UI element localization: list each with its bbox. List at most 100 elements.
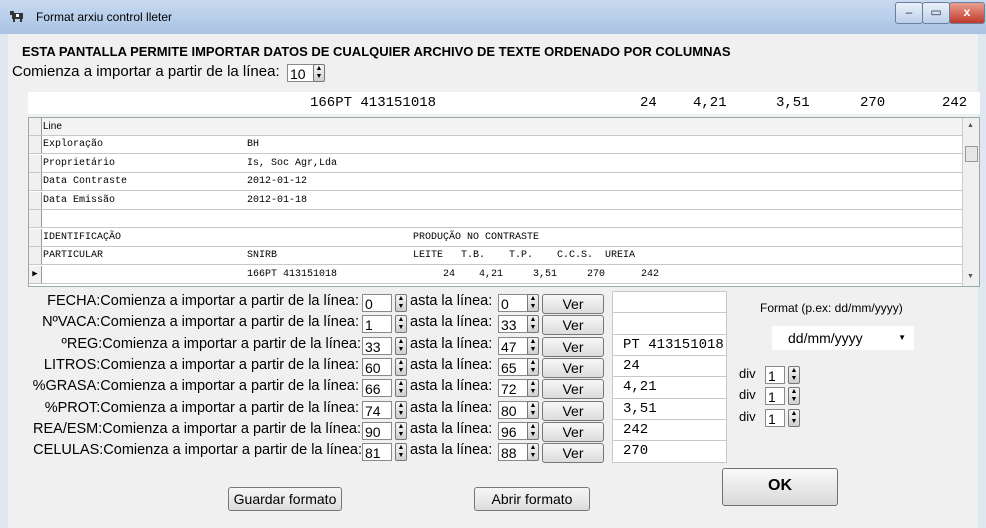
to-line-input[interactable]: 88 (498, 443, 528, 462)
to-label: asta la línea: (410, 378, 493, 395)
grid-row[interactable] (29, 210, 964, 228)
ver-button[interactable]: Ver (542, 379, 604, 400)
to-line-spinner[interactable]: ▲ ▼ (527, 294, 539, 312)
field-label: CELULAS:Comienza a importar a partir de … (33, 442, 362, 459)
window-title: Format arxiu control lleter (36, 10, 173, 24)
grid-vertical-scrollbar[interactable]: ▲ ▼ (962, 118, 979, 286)
from-line-input[interactable]: 74 (362, 400, 392, 419)
div-input[interactable]: 1 (765, 408, 785, 427)
row-selector[interactable] (29, 247, 42, 264)
start-line-value: 10 (290, 66, 306, 82)
scroll-down-icon[interactable]: ▼ (967, 273, 974, 280)
row-selector[interactable] (29, 228, 42, 246)
from-line-input[interactable]: 1 (362, 315, 392, 334)
grid-cell: BH (247, 139, 260, 150)
grid-cell: Is, Soc Agr,Lda (247, 157, 338, 169)
start-line-label: Comienza a importar a partir de la línea… (12, 63, 280, 80)
to-line-spinner[interactable]: ▲ ▼ (527, 357, 539, 376)
from-line-input[interactable]: 81 (362, 443, 392, 462)
grid-row[interactable]: Proprietário Is, Soc Agr,Lda (29, 154, 964, 173)
to-label: asta la línea: (410, 335, 493, 352)
ver-button[interactable]: Ver (542, 357, 604, 378)
to-line-input[interactable]: 80 (498, 400, 528, 419)
preview-urea: 242 (942, 95, 968, 111)
cow-app-icon (10, 11, 23, 22)
ver-button[interactable]: Ver (542, 315, 604, 336)
ver-button[interactable]: Ver (542, 400, 604, 421)
grid-header: Line (29, 118, 964, 136)
ver-button[interactable]: Ver (542, 336, 604, 357)
from-line-spinner[interactable]: ▲ ▼ (395, 357, 407, 376)
to-line-input[interactable]: 47 (498, 336, 528, 355)
from-line-spinner[interactable]: ▲ ▼ (395, 315, 407, 334)
to-line-input[interactable]: 65 (498, 357, 528, 376)
grid-cell: PRODUÇÃO NO CONTRASTE (413, 231, 540, 243)
to-line-spinner[interactable]: ▲ ▼ (527, 421, 539, 440)
from-line-input[interactable]: 60 (362, 357, 392, 376)
grid-row[interactable]: Data Emissão 2012-01-18 (29, 191, 964, 210)
ok-button[interactable]: OK (722, 468, 838, 506)
div-input[interactable]: 1 (765, 387, 785, 406)
to-line-spinner[interactable]: ▲ ▼ (527, 315, 539, 334)
div-label: div (739, 408, 756, 424)
minimize-button[interactable]: – (895, 2, 923, 24)
row-selector[interactable] (29, 210, 42, 227)
div-label: div (739, 387, 756, 403)
grid-row[interactable]: Exploração BH (29, 136, 964, 154)
from-line-spinner[interactable]: ▲ ▼ (395, 421, 407, 440)
date-format-value: dd/mm/yyyy (788, 330, 863, 346)
div-input[interactable]: 1 (765, 366, 785, 384)
ver-button[interactable]: Ver (542, 421, 604, 442)
grid-cell: Data Contraste (43, 176, 128, 187)
to-line-input[interactable]: 0 (498, 294, 528, 312)
grid-cell: IDENTIFICAÇÃO (43, 231, 122, 243)
from-line-spinner[interactable]: ▲ ▼ (395, 443, 407, 462)
field-preview (612, 312, 727, 336)
preview-grasa: 4,21 (693, 95, 727, 111)
div-spinner[interactable]: ▲ ▼ (788, 387, 800, 406)
grid-row[interactable]: PARTICULAR SNIRB LEITE T.B. T.P. C.C.S. UR… (29, 247, 964, 265)
save-format-button[interactable]: Guardar formato (228, 487, 342, 511)
from-line-input[interactable]: 66 (362, 379, 392, 398)
row-selector[interactable] (29, 136, 42, 153)
div-spinner[interactable]: ▲ ▼ (788, 366, 800, 384)
to-line-input[interactable]: 96 (498, 421, 528, 440)
from-line-spinner[interactable]: ▲ ▼ (395, 294, 407, 312)
from-line-spinner[interactable]: ▲ ▼ (395, 336, 407, 355)
ver-button[interactable]: Ver (542, 443, 604, 464)
row-selector[interactable] (29, 173, 42, 190)
open-format-button[interactable]: Abrir formato (474, 487, 590, 511)
scroll-thumb[interactable] (965, 146, 978, 162)
field-label: FECHA:Comienza a importar a partir de la… (47, 293, 359, 309)
grid-row[interactable]: ▶ 166PT 413151018 24 4,21 3,51 270 242 (29, 265, 964, 284)
ver-button[interactable]: Ver (542, 294, 604, 314)
row-selector[interactable]: ▶ (29, 265, 42, 283)
from-line-spinner[interactable]: ▲ ▼ (395, 400, 407, 419)
preview-litros: 24 (640, 95, 657, 111)
start-line-spinner[interactable]: ▲ ▼ (313, 64, 325, 82)
scroll-up-icon[interactable]: ▲ (967, 122, 974, 129)
grid-row[interactable]: Data Contraste 2012-01-12 (29, 173, 964, 191)
from-line-input[interactable]: 33 (362, 336, 392, 355)
to-line-input[interactable]: 33 (498, 315, 528, 334)
to-line-input[interactable]: 72 (498, 379, 528, 398)
to-line-spinner[interactable]: ▲ ▼ (527, 379, 539, 398)
div-spinner[interactable]: ▲ ▼ (788, 408, 800, 427)
row-selector[interactable] (29, 154, 42, 172)
date-format-select[interactable]: dd/mm/yyyy ▼ (772, 326, 914, 350)
file-lines-grid[interactable]: Line Exploração BH Proprietário Is, Soc Agr… (28, 117, 980, 287)
field-preview: 24 (612, 354, 727, 378)
to-line-spinner[interactable]: ▲ ▼ (527, 336, 539, 355)
close-button[interactable]: x (949, 2, 985, 24)
title-bar[interactable]: Format arxiu control lleter – ▭ x (0, 0, 986, 34)
row-selector[interactable] (29, 191, 42, 209)
maximize-button[interactable]: ▭ (922, 2, 950, 24)
to-line-spinner[interactable]: ▲ ▼ (527, 400, 539, 419)
from-line-spinner[interactable]: ▲ ▼ (395, 379, 407, 398)
from-line-input[interactable]: 0 (362, 294, 392, 312)
field-label: LITROS:Comienza a importar a partir de l… (43, 356, 359, 373)
grid-row[interactable]: IDENTIFICAÇÃO PRODUÇÃO NO CONTRASTE (29, 228, 964, 247)
field-label: %PROT:Comienza a importar a partir de la… (44, 399, 359, 416)
from-line-input[interactable]: 90 (362, 421, 392, 440)
to-line-spinner[interactable]: ▲ ▼ (527, 443, 539, 462)
